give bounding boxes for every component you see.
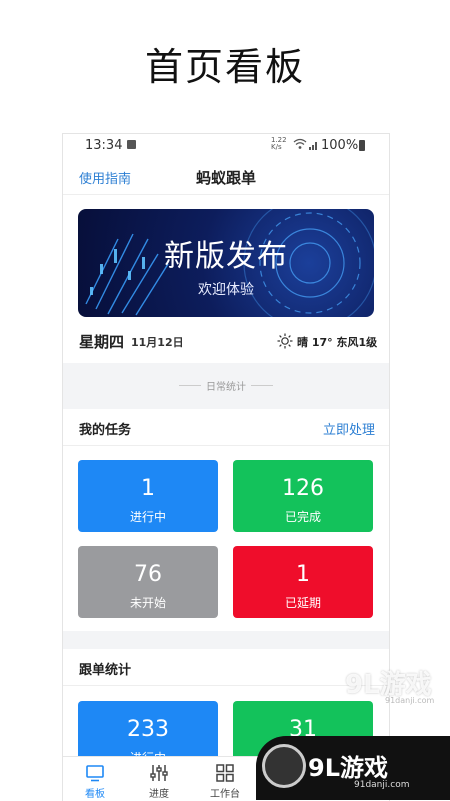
- top-nav-bar: 使用指南 蚂蚁跟单: [63, 158, 389, 195]
- date-weather-row: 星期四 11月12日 晴 17° 东风1级: [63, 327, 389, 357]
- watermark-badge-icon: [262, 744, 306, 788]
- monitor-icon: [86, 765, 104, 782]
- header-area: 新版发布 欢迎体验 星期四 11月12日 晴 17° 东风1级: [63, 195, 389, 363]
- signal-icon: [309, 142, 317, 150]
- watermark-logo-text-bottom: 9L游戏: [308, 754, 388, 782]
- tab-label: 看板: [85, 789, 105, 800]
- tab-workbench[interactable]: 工作台: [193, 757, 257, 801]
- tile-value: 233: [127, 717, 169, 742]
- sliders-icon: [150, 765, 168, 781]
- tab-dashboard[interactable]: 看板: [63, 757, 127, 801]
- tile-label: 进行中: [129, 510, 166, 524]
- phone-screen: 13:34 1.22 K/s 100% 使用指南 蚂蚁跟单 新版发布 欢迎体验 …: [62, 133, 390, 801]
- app-title: 蚂蚁跟单: [195, 169, 256, 187]
- weekday-label: 星期四: [79, 333, 125, 351]
- task-tile-in-progress[interactable]: 1 进行中: [78, 460, 218, 532]
- tile-value: 1: [141, 476, 155, 501]
- watermark-logo-bottom: 9L游戏 91danji.com: [256, 736, 450, 800]
- my-tasks-panel: 我的任务 立即处理 1 进行中 126 已完成 76 未开始 1 已延期: [63, 409, 389, 631]
- tab-label: 工作台: [210, 789, 240, 800]
- battery-percent: 100%: [321, 138, 359, 153]
- my-tasks-title: 我的任务: [79, 423, 132, 438]
- banner-title: 新版发布: [164, 239, 288, 274]
- weather-text: 晴 17° 东风1级: [297, 336, 378, 349]
- status-bar: 13:34 1.22 K/s 100%: [63, 134, 389, 158]
- battery-icon: [359, 140, 365, 151]
- order-stats-title: 跟单统计: [79, 663, 132, 678]
- date-label: 11月12日: [131, 336, 184, 349]
- sun-icon: [277, 333, 293, 349]
- page-headline: 首页看板: [144, 45, 305, 89]
- wifi-icon: [293, 138, 307, 149]
- tile-value: 1: [296, 562, 310, 587]
- promo-banner[interactable]: 新版发布 欢迎体验: [78, 209, 374, 317]
- watermark-site-text: 91danji.com: [385, 696, 435, 705]
- task-tile-completed[interactable]: 126 已完成: [233, 460, 373, 532]
- tile-value: 126: [282, 476, 324, 501]
- tab-label: 进度: [149, 789, 169, 800]
- order-stats-header: 跟单统计: [63, 649, 389, 686]
- tile-label: 未开始: [129, 596, 166, 610]
- tile-label: 已延期: [284, 596, 321, 610]
- task-tile-not-started[interactable]: 76 未开始: [78, 546, 218, 618]
- my-tasks-header: 我的任务 立即处理: [63, 409, 389, 446]
- network-speed: 1.22 K/s: [271, 136, 287, 151]
- status-time: 13:34: [85, 138, 123, 153]
- section-divider: 日常统计: [63, 363, 389, 409]
- watermark-site-text-bottom: 91danji.com: [354, 780, 410, 790]
- banner-subtitle: 欢迎体验: [198, 282, 254, 298]
- task-tile-delayed[interactable]: 1 已延期: [233, 546, 373, 618]
- tile-value: 76: [134, 562, 162, 587]
- app-notification-icon: [127, 140, 136, 149]
- process-now-link[interactable]: 立即处理: [323, 419, 375, 438]
- grid-icon: [216, 764, 234, 782]
- divider-label: 日常统计: [206, 382, 246, 393]
- tile-label: 已完成: [284, 510, 321, 524]
- divider-line-right: [251, 385, 273, 386]
- watermark-logo-top: 9L游戏 91danji.com: [345, 664, 445, 705]
- tab-progress[interactable]: 进度: [127, 757, 191, 801]
